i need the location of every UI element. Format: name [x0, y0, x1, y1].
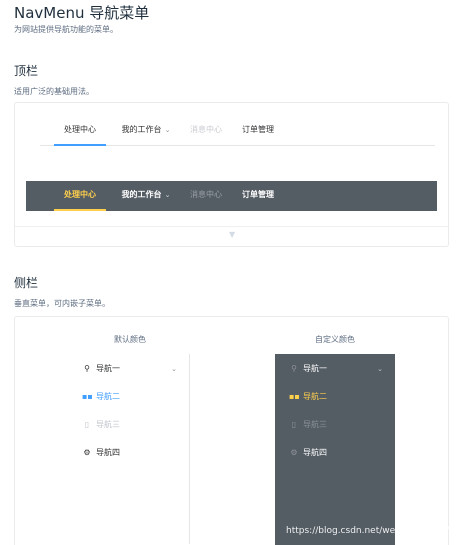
- default-color-label: 默认颜色: [114, 335, 146, 344]
- side-item-nav-two-dark[interactable]: ▪▪ 导航二: [275, 383, 395, 411]
- location-icon: ⚲: [291, 364, 297, 373]
- side-item-label: 导航三: [96, 420, 120, 429]
- section-title-top: 顶栏: [14, 64, 39, 78]
- menu-item-workbench-dark[interactable]: 我的工作台 ⌄: [116, 181, 176, 211]
- menu-item-message-center: 消息中心: [190, 125, 222, 134]
- menu-grid-icon: ▪▪: [289, 392, 300, 401]
- chevron-down-icon: ⌄: [171, 365, 177, 373]
- vertical-menu-dark: ⚲ 导航一 ⌄ ▪▪ 导航二 ▯ 导航三 ⚙ 导航四: [275, 354, 395, 545]
- menu-grid-icon: ▪▪: [82, 392, 93, 401]
- horizontal-menu-light: 处理中心 我的工作台 ⌄ 消息中心 订单管理: [40, 116, 435, 146]
- section-title-side: 侧栏: [14, 276, 39, 290]
- side-item-nav-two[interactable]: ▪▪ 导航二: [68, 383, 189, 411]
- side-item-label: 导航二: [303, 392, 327, 401]
- side-item-nav-three-dark: ▯ 导航三: [275, 411, 395, 439]
- side-item-nav-four[interactable]: ⚙ 导航四: [68, 439, 189, 467]
- setting-icon: ⚙: [290, 448, 298, 457]
- menu-item-label: 我的工作台: [121, 190, 162, 199]
- side-item-nav-four-dark[interactable]: ⚙ 导航四: [275, 439, 395, 467]
- expand-code-bar[interactable]: ▼: [15, 226, 448, 246]
- menu-item-orders-dark[interactable]: 订单管理: [238, 181, 278, 211]
- location-icon: ⚲: [84, 364, 90, 373]
- side-item-label: 导航一: [96, 364, 120, 373]
- side-item-nav-three: ▯ 导航三: [68, 411, 189, 439]
- side-item-nav-one-dark[interactable]: ⚲ 导航一 ⌄: [275, 355, 395, 383]
- side-item-label: 导航一: [303, 364, 327, 373]
- horizontal-menu-dark: 处理中心 我的工作台 ⌄ 消息中心 订单管理: [26, 181, 437, 211]
- menu-item-orders[interactable]: 订单管理: [238, 116, 278, 146]
- menu-item-message-center-dark: 消息中心: [190, 190, 222, 199]
- side-item-label: 导航三: [303, 420, 327, 429]
- watermark: https://blog.csdn.net/weixin_42697766: [286, 526, 462, 536]
- page-title: NavMenu 导航菜单: [14, 4, 150, 22]
- chevron-down-icon: ⌄: [377, 365, 383, 373]
- section-desc-top: 适用广泛的基础用法。: [14, 87, 94, 96]
- document-icon: ▯: [291, 420, 297, 429]
- chevron-down-icon: ⌄: [164, 126, 171, 134]
- side-item-label: 导航二: [96, 392, 120, 401]
- menu-item-label: 我的工作台: [121, 125, 162, 134]
- side-item-label: 导航四: [96, 448, 120, 457]
- menu-item-processing-center[interactable]: 处理中心: [54, 116, 106, 146]
- section-desc-side: 垂直菜单，可内嵌子菜单。: [14, 299, 110, 308]
- menu-item-workbench[interactable]: 我的工作台 ⌄: [116, 116, 176, 146]
- caret-down-icon[interactable]: ▼: [229, 230, 235, 239]
- menu-item-processing-center-dark[interactable]: 处理中心: [54, 181, 106, 211]
- page-description: 为网站提供导航功能的菜单。: [14, 25, 118, 34]
- chevron-down-icon: ⌄: [164, 191, 171, 199]
- custom-color-label: 自定义颜色: [315, 335, 355, 344]
- side-item-label: 导航四: [303, 448, 327, 457]
- side-item-nav-one[interactable]: ⚲ 导航一 ⌄: [68, 355, 189, 383]
- vertical-menu-light: ⚲ 导航一 ⌄ ▪▪ 导航二 ▯ 导航三 ⚙ 导航四: [68, 354, 190, 544]
- document-icon: ▯: [84, 420, 90, 429]
- setting-icon: ⚙: [83, 448, 91, 457]
